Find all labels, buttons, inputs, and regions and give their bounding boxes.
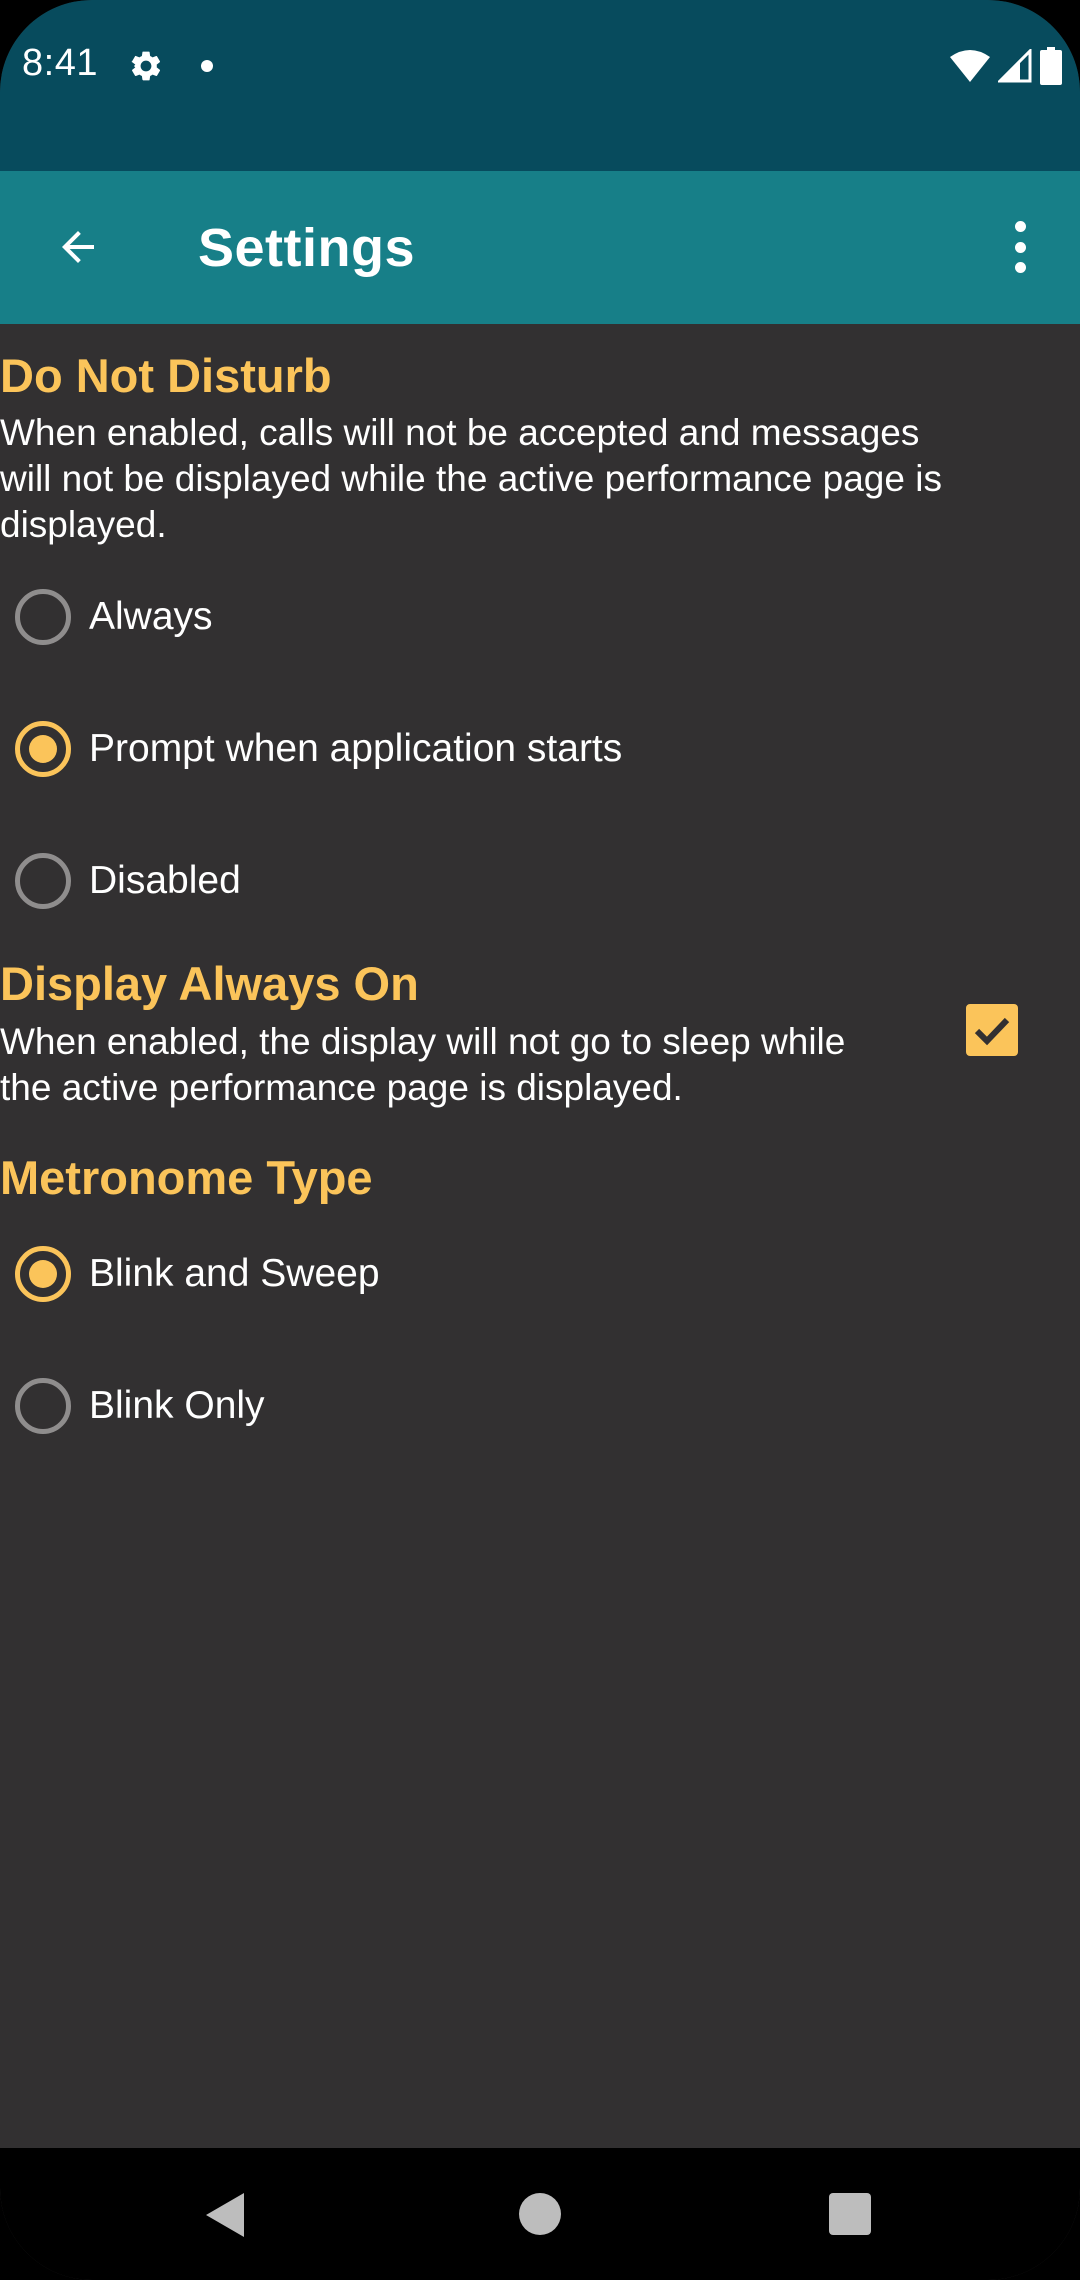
status-time: 8:41 <box>22 42 98 84</box>
radio-option-always[interactable]: Always <box>0 567 1080 667</box>
nav-recents-icon[interactable] <box>829 2193 871 2235</box>
settings-icon <box>131 51 161 81</box>
description-line: When enabled, calls will not be accepted… <box>0 412 920 453</box>
arrow-back-icon <box>62 231 94 263</box>
wifi-icon <box>950 50 990 82</box>
radio-label: Blink and Sweep <box>89 1252 380 1295</box>
description-line: When enabled, the display will not go to… <box>0 1021 846 1062</box>
display-always-on-title: Display Always On <box>0 957 419 1010</box>
display-always-on-checkbox[interactable] <box>966 1004 1018 1056</box>
radio-option-prompt[interactable]: Prompt when application starts <box>0 699 1080 799</box>
checkmark-icon <box>974 1017 1010 1046</box>
notification-dot-icon <box>201 60 213 72</box>
status-icons <box>950 46 1062 86</box>
radio-label: Disabled <box>89 859 241 902</box>
radio-button[interactable] <box>15 853 71 909</box>
phone-screen: 8:41 Settings Do Not Disturb When enable… <box>0 0 1080 2280</box>
page-title: Settings <box>198 218 416 278</box>
navigation-bar <box>0 2148 1080 2280</box>
radio-button-selected[interactable] <box>15 1246 71 1302</box>
display-always-on-description: When enabled, the display will not go to… <box>0 1019 845 1111</box>
radio-button[interactable] <box>15 589 71 645</box>
radio-button-selected[interactable] <box>15 721 71 777</box>
do-not-disturb-description: When enabled, calls will not be accepted… <box>0 410 942 548</box>
nav-home-icon[interactable] <box>519 2193 561 2235</box>
signal-icon <box>998 49 1032 83</box>
metronome-type-title: Metronome Type <box>0 1151 373 1204</box>
radio-option-blink-only[interactable]: Blink Only <box>0 1356 1080 1456</box>
app-bar: Settings <box>0 171 1080 324</box>
more-vert-icon-dot <box>1014 262 1026 273</box>
radio-button[interactable] <box>15 1378 71 1434</box>
description-line: displayed. <box>0 504 167 545</box>
description-line: the active performance page is displayed… <box>0 1067 683 1108</box>
radio-option-blink-and-sweep[interactable]: Blink and Sweep <box>0 1224 1080 1324</box>
nav-back-icon[interactable] <box>206 2193 246 2237</box>
do-not-disturb-title: Do Not Disturb <box>0 349 332 402</box>
radio-label: Blink Only <box>89 1384 265 1427</box>
radio-label: Always <box>89 595 213 638</box>
more-vert-icon <box>1014 221 1026 232</box>
radio-label: Prompt when application starts <box>89 727 623 770</box>
status-bar: 8:41 <box>0 0 1080 171</box>
back-button[interactable] <box>40 209 116 285</box>
more-vert-icon-dot <box>1014 241 1026 253</box>
more-options-button[interactable] <box>1000 217 1040 277</box>
radio-option-disabled[interactable]: Disabled <box>0 831 1080 931</box>
description-line: will not be displayed while the active p… <box>0 458 942 499</box>
battery-icon <box>1040 47 1062 85</box>
